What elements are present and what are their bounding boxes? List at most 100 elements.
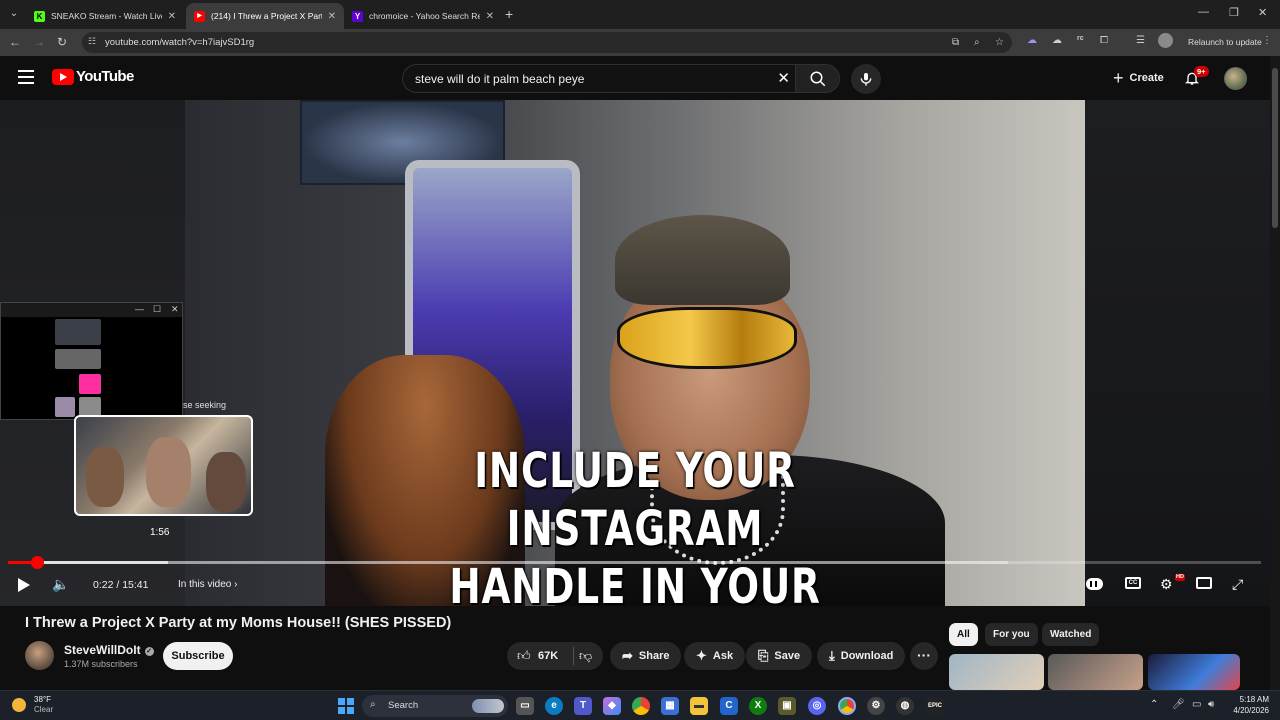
- taskbar-clock[interactable]: 5:18 AM 4/20/2026: [1225, 694, 1269, 716]
- epic-games-icon[interactable]: EPIC: [926, 697, 944, 715]
- restore-icon[interactable]: ❐: [1229, 6, 1239, 19]
- share-button[interactable]: ➦ Share: [610, 642, 682, 670]
- create-button[interactable]: + Create: [1103, 64, 1174, 92]
- app-c-icon[interactable]: C: [720, 697, 738, 715]
- progress-bar[interactable]: [8, 556, 1261, 569]
- chip-all[interactable]: All: [949, 623, 978, 646]
- windows-start-icon[interactable]: [338, 698, 354, 714]
- taskbar-search[interactable]: ⌕ Search: [362, 695, 508, 717]
- teams-icon[interactable]: T: [574, 697, 592, 715]
- reload-icon[interactable]: ↻: [57, 35, 67, 49]
- hamburger-menu-icon[interactable]: [18, 70, 34, 84]
- volume-tray-icon[interactable]: 🔊︎: [1208, 699, 1214, 710]
- site-info-icon[interactable]: ☷: [88, 36, 96, 47]
- tab-yahoo-search[interactable]: Y chromoice - Yahoo Search Res ✕: [344, 3, 502, 29]
- channel-name-text[interactable]: SteveWillDoIt: [64, 643, 141, 657]
- copilot-icon[interactable]: ◆: [603, 697, 621, 715]
- tab-sneako-stream[interactable]: K SNEAKO Stream - Watch Live o ✕: [26, 3, 184, 29]
- settings-app-icon[interactable]: ⚙: [867, 697, 885, 715]
- file-explorer-icon[interactable]: ▬: [690, 697, 708, 715]
- mini-minimize-icon[interactable]: —: [135, 304, 144, 314]
- extension-rc-icon[interactable]: rc: [1077, 35, 1084, 42]
- search-button[interactable]: [795, 64, 840, 93]
- discord-icon[interactable]: ◎: [808, 697, 826, 715]
- mini-window-titlebar[interactable]: — ☐ ✕: [1, 303, 182, 317]
- app-folder-icon[interactable]: ▣: [778, 697, 796, 715]
- browser-menu-icon[interactable]: ⋮: [1262, 35, 1272, 46]
- mini-maximize-icon[interactable]: ☐: [153, 304, 161, 315]
- voice-search-button[interactable]: [851, 64, 881, 94]
- settings-gear-icon[interactable]: ⚙: [1160, 576, 1173, 593]
- recommended-thumbnail[interactable]: [1148, 654, 1240, 690]
- relaunch-button[interactable]: Relaunch to update: [1180, 31, 1270, 53]
- channel-avatar[interactable]: [25, 641, 54, 670]
- volume-icon[interactable]: 🔈: [52, 576, 69, 593]
- floating-mini-window[interactable]: — ☐ ✕: [0, 302, 183, 420]
- profile-avatar-icon[interactable]: [1158, 33, 1173, 48]
- page-scrollbar[interactable]: [1270, 56, 1280, 690]
- recommended-thumbnail[interactable]: [1048, 654, 1143, 690]
- like-thumb-icon[interactable]: 👍︎: [517, 648, 531, 664]
- zoom-icon[interactable]: ⌕: [974, 37, 980, 48]
- chip-watched[interactable]: Watched: [1042, 623, 1100, 646]
- extension-cloud-icon[interactable]: ☁: [1052, 35, 1062, 46]
- url-text[interactable]: youtube.com/watch?v=h7iajvSD1rg: [105, 37, 254, 48]
- back-arrow-icon[interactable]: ←: [9, 35, 21, 49]
- network-icon[interactable]: ▭: [1192, 699, 1201, 710]
- store-icon[interactable]: ▦: [661, 697, 679, 715]
- task-view-icon[interactable]: ▭: [516, 697, 534, 715]
- captions-cc-icon[interactable]: CC: [1125, 577, 1141, 589]
- tab-search-chevron-icon[interactable]: ⌄: [4, 5, 24, 23]
- fullscreen-icon[interactable]: ⤢: [1232, 576, 1243, 593]
- account-avatar[interactable]: [1224, 67, 1247, 90]
- forward-arrow-icon[interactable]: →: [33, 35, 45, 49]
- download-label: Download: [840, 650, 894, 662]
- minimize-icon[interactable]: —: [1198, 6, 1209, 18]
- xbox-icon[interactable]: X: [749, 697, 767, 715]
- notifications-button[interactable]: 9+: [1184, 66, 1209, 91]
- ask-button[interactable]: ✦ Ask: [684, 642, 746, 670]
- create-label: Create: [1129, 72, 1164, 84]
- youtube-logo[interactable]: YouTube: [52, 68, 134, 85]
- progress-scrubber-handle[interactable]: [31, 556, 44, 569]
- bookmark-star-icon[interactable]: ☆: [995, 37, 1004, 48]
- recommended-thumbnail[interactable]: [949, 654, 1044, 690]
- app-circle-icon[interactable]: ◍: [896, 697, 914, 715]
- play-button-icon[interactable]: [18, 578, 30, 592]
- scrollbar-thumb[interactable]: [1272, 68, 1278, 228]
- microphone-tray-icon[interactable]: 🎤︎: [1172, 699, 1185, 710]
- window-close-icon[interactable]: ✕: [1258, 6, 1267, 19]
- edge-icon[interactable]: e: [545, 697, 563, 715]
- more-actions-button[interactable]: ···: [910, 642, 938, 670]
- channel-name[interactable]: SteveWillDoIt ✓: [64, 643, 154, 657]
- chip-for-you[interactable]: For you: [985, 623, 1038, 646]
- save-button[interactable]: ⎘ Save: [746, 642, 813, 670]
- tab-close-icon[interactable]: ✕: [168, 11, 176, 22]
- show-hidden-icons-chevron-icon[interactable]: ⌃: [1150, 699, 1158, 710]
- like-count[interactable]: 67K: [538, 650, 558, 662]
- autoplay-toggle[interactable]: [1086, 578, 1103, 590]
- weather-temp: 38°F: [34, 695, 51, 704]
- tab-close-icon[interactable]: ✕: [328, 11, 336, 22]
- extensions-puzzle-icon[interactable]: ⧠: [1100, 35, 1108, 46]
- video-player[interactable]: INCLUDE YOUR INSTAGRAM HANDLE IN YOUR CO…: [0, 100, 1270, 606]
- mini-thumb-4: [55, 397, 75, 417]
- reading-list-icon[interactable]: ☰: [1136, 35, 1145, 46]
- dislike-thumb-icon[interactable]: 👎︎: [579, 648, 592, 664]
- in-this-video-button[interactable]: In this video ›: [178, 579, 238, 590]
- subscribe-button[interactable]: Subscribe: [163, 642, 233, 670]
- chrome-icon[interactable]: [632, 697, 650, 715]
- open-in-app-icon[interactable]: ⧉: [952, 37, 959, 48]
- new-tab-button[interactable]: +: [505, 6, 513, 22]
- search-query-text[interactable]: steve will do it palm beach peye: [415, 72, 584, 86]
- search-input[interactable]: steve will do it palm beach peye ✕: [402, 64, 796, 93]
- tab-youtube-video[interactable]: ▶ (214) I Threw a Project X Party ✕: [186, 3, 344, 29]
- clear-search-icon[interactable]: ✕: [777, 69, 790, 87]
- chrome-active-icon[interactable]: [838, 697, 856, 715]
- tab-close-icon[interactable]: ✕: [486, 11, 494, 22]
- mini-close-icon[interactable]: ✕: [171, 304, 179, 315]
- extension-cloud-purple-icon[interactable]: ☁: [1027, 35, 1037, 46]
- theater-mode-icon[interactable]: [1196, 577, 1212, 589]
- omnibox[interactable]: ☷ youtube.com/watch?v=h7iajvSD1rg ⧉ ⌕ ☆: [82, 32, 1012, 53]
- download-button[interactable]: ⤓ Download: [817, 642, 906, 670]
